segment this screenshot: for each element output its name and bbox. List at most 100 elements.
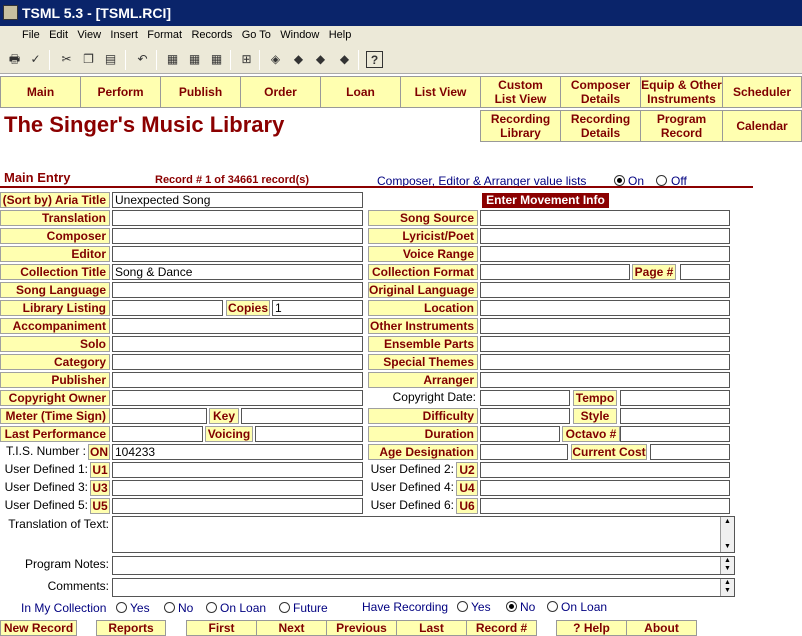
- scroll-up-icon[interactable]: ▲: [723, 557, 732, 565]
- nav-recording-library[interactable]: Recording Library: [480, 110, 561, 142]
- collection-title-field[interactable]: Song & Dance: [112, 264, 363, 280]
- menu-view[interactable]: View: [71, 26, 101, 44]
- copyright-date-field[interactable]: [480, 390, 570, 406]
- program-notes-scrollbar[interactable]: ▲ ▼: [720, 557, 734, 574]
- nav-custom-list-view[interactable]: Custom List View: [480, 76, 561, 108]
- spell-icon[interactable]: ✓: [27, 51, 44, 68]
- arranger-field[interactable]: [480, 372, 730, 388]
- voicing-field[interactable]: [255, 426, 363, 442]
- tempo-field[interactable]: [620, 390, 730, 406]
- library-listing-field[interactable]: [112, 300, 223, 316]
- next-button[interactable]: Next: [256, 620, 327, 636]
- lyricist-field[interactable]: [480, 228, 730, 244]
- last-button[interactable]: Last: [396, 620, 467, 636]
- comments-scrollbar[interactable]: ▲ ▼: [720, 579, 734, 596]
- find-icon[interactable]: ⊞: [238, 51, 255, 68]
- user-defined-1-field[interactable]: [112, 462, 363, 478]
- copies-field[interactable]: 1: [272, 300, 363, 316]
- nav-recording-details[interactable]: Recording Details: [560, 110, 641, 142]
- menu-records[interactable]: Records: [185, 26, 232, 44]
- value-lists-off-radio[interactable]: [656, 175, 667, 186]
- filter-icon[interactable]: ▦: [208, 51, 225, 68]
- menu-file[interactable]: File: [0, 26, 40, 44]
- collection-future-radio[interactable]: [279, 602, 290, 613]
- solo-field[interactable]: [112, 336, 363, 352]
- user-defined-3-field[interactable]: [112, 480, 363, 496]
- tis-number-field[interactable]: 104233: [112, 444, 363, 460]
- aria-title-field[interactable]: Unexpected Song: [112, 192, 363, 208]
- nav-list-view[interactable]: List View: [400, 76, 481, 108]
- duration-field[interactable]: [480, 426, 560, 442]
- first-button[interactable]: First: [186, 620, 257, 636]
- collection-format-field[interactable]: [480, 264, 630, 280]
- translation-field[interactable]: [112, 210, 363, 226]
- location-field[interactable]: [480, 300, 730, 316]
- composer-field[interactable]: [112, 228, 363, 244]
- help-button[interactable]: ? Help: [556, 620, 627, 636]
- reports-button[interactable]: Reports: [96, 620, 166, 636]
- nav-composer-details[interactable]: Composer Details: [560, 76, 641, 108]
- nav-equip-instruments[interactable]: Equip & Other Instruments: [640, 76, 723, 108]
- record-number-button[interactable]: Record #: [466, 620, 537, 636]
- recording-on-loan-radio[interactable]: [547, 601, 558, 612]
- nav-scheduler[interactable]: Scheduler: [722, 76, 802, 108]
- publisher-field[interactable]: [112, 372, 363, 388]
- nav-program-record[interactable]: Program Record: [640, 110, 723, 142]
- user-defined-4-field[interactable]: [480, 480, 730, 496]
- nav-perform[interactable]: Perform: [80, 76, 161, 108]
- user-defined-5-field[interactable]: [112, 498, 363, 514]
- undo-icon[interactable]: ↶: [134, 51, 151, 68]
- paste-icon[interactable]: ▤: [102, 51, 119, 68]
- octavo-field[interactable]: [620, 426, 730, 442]
- about-button[interactable]: About: [626, 620, 697, 636]
- current-cost-field[interactable]: [650, 444, 730, 460]
- menu-window[interactable]: Window: [274, 26, 319, 44]
- new-record-button[interactable]: New Record: [0, 620, 77, 636]
- original-language-field[interactable]: [480, 282, 730, 298]
- translation-of-text-area[interactable]: [112, 516, 735, 553]
- print-icon[interactable]: 🖶: [6, 51, 23, 68]
- menu-insert[interactable]: Insert: [104, 26, 138, 44]
- scroll-down-icon[interactable]: ▼: [723, 543, 732, 551]
- collection-no-radio[interactable]: [164, 602, 175, 613]
- enter-movement-info-button[interactable]: Enter Movement Info: [482, 193, 609, 208]
- sort-descending-icon[interactable]: ▦: [186, 51, 203, 68]
- scroll-up-icon[interactable]: ▲: [723, 579, 732, 587]
- meter-field[interactable]: [112, 408, 207, 424]
- program-notes-field[interactable]: [112, 556, 735, 575]
- comments-field[interactable]: [112, 578, 735, 597]
- copyright-owner-field[interactable]: [112, 390, 363, 406]
- remove-filter-icon[interactable]: ◆: [336, 51, 353, 68]
- difficulty-field[interactable]: [480, 408, 570, 424]
- translation-scrollbar[interactable]: ▲ ▼: [720, 517, 734, 552]
- scroll-down-icon[interactable]: ▼: [723, 565, 732, 573]
- nav-main[interactable]: Main: [0, 76, 81, 108]
- menu-edit[interactable]: Edit: [43, 26, 68, 44]
- last-performance-field[interactable]: [112, 426, 203, 442]
- user-defined-6-field[interactable]: [480, 498, 730, 514]
- help-icon[interactable]: ?: [366, 51, 383, 68]
- song-language-field[interactable]: [112, 282, 363, 298]
- sort-ascending-icon[interactable]: ▦: [164, 51, 181, 68]
- user-defined-2-field[interactable]: [480, 462, 730, 478]
- key-field[interactable]: [241, 408, 363, 424]
- page-field[interactable]: [680, 264, 730, 280]
- song-source-field[interactable]: [480, 210, 730, 226]
- nav-order[interactable]: Order: [240, 76, 321, 108]
- voice-range-field[interactable]: [480, 246, 730, 262]
- menu-help[interactable]: Help: [323, 26, 352, 44]
- edit-filter-icon[interactable]: ◆: [312, 51, 329, 68]
- accompaniment-field[interactable]: [112, 318, 363, 334]
- nav-publish[interactable]: Publish: [160, 76, 241, 108]
- scroll-up-icon[interactable]: ▲: [723, 518, 732, 526]
- menu-goto[interactable]: Go To: [236, 26, 271, 44]
- nav-loan[interactable]: Loan: [320, 76, 401, 108]
- recording-no-radio[interactable]: [506, 601, 517, 612]
- other-instruments-field[interactable]: [480, 318, 730, 334]
- new-record-icon[interactable]: ◈: [267, 51, 284, 68]
- value-lists-on-radio[interactable]: [614, 175, 625, 186]
- category-field[interactable]: [112, 354, 363, 370]
- collection-yes-radio[interactable]: [116, 602, 127, 613]
- cut-icon[interactable]: ✂: [58, 51, 75, 68]
- style-field[interactable]: [620, 408, 730, 424]
